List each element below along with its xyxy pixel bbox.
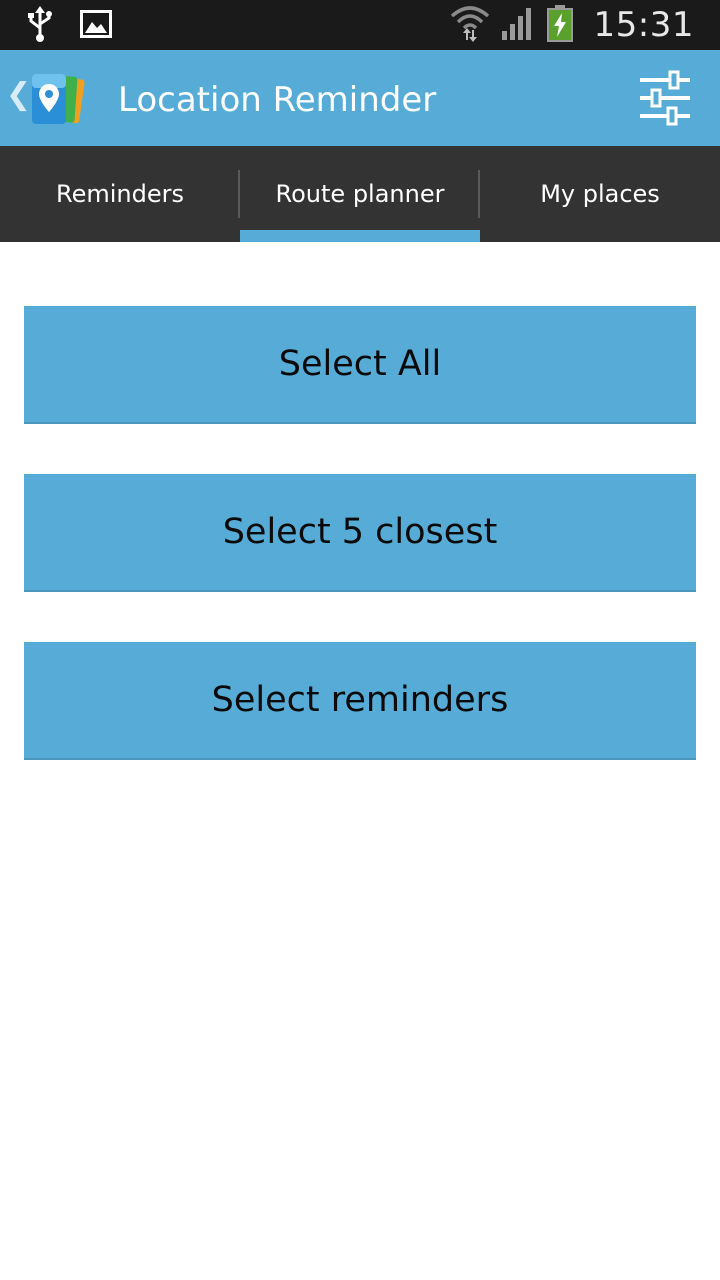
- select-closest-button[interactable]: Select 5 closest: [24, 474, 696, 592]
- battery-charging-icon: [546, 4, 574, 47]
- tab-route-planner[interactable]: Route planner: [240, 146, 480, 242]
- location-reminder-logo-icon[interactable]: [26, 70, 88, 128]
- sliders-icon[interactable]: [638, 70, 692, 126]
- select-all-button[interactable]: Select All: [24, 306, 696, 424]
- wifi-icon: [450, 4, 490, 47]
- route-planner-content: Select All Select 5 closest Select remin…: [0, 242, 720, 1280]
- image-icon: [80, 10, 112, 43]
- tab-reminders[interactable]: Reminders: [0, 146, 240, 242]
- tab-label: Reminders: [56, 180, 184, 208]
- tab-my-places[interactable]: My places: [480, 146, 720, 242]
- status-bar: 15:31: [0, 0, 720, 50]
- tab-label: My places: [540, 180, 660, 208]
- action-bar: ❮ Location Reminder: [0, 50, 720, 146]
- usb-icon: [26, 6, 54, 47]
- tab-selected-indicator: [240, 230, 480, 242]
- tab-strip: Reminders Route planner My places: [0, 146, 720, 242]
- status-time: 15:31: [593, 5, 694, 45]
- signal-icon: [500, 5, 536, 46]
- app-title: Location Reminder: [118, 80, 437, 120]
- select-reminders-button[interactable]: Select reminders: [24, 642, 696, 760]
- tab-label: Route planner: [275, 180, 445, 208]
